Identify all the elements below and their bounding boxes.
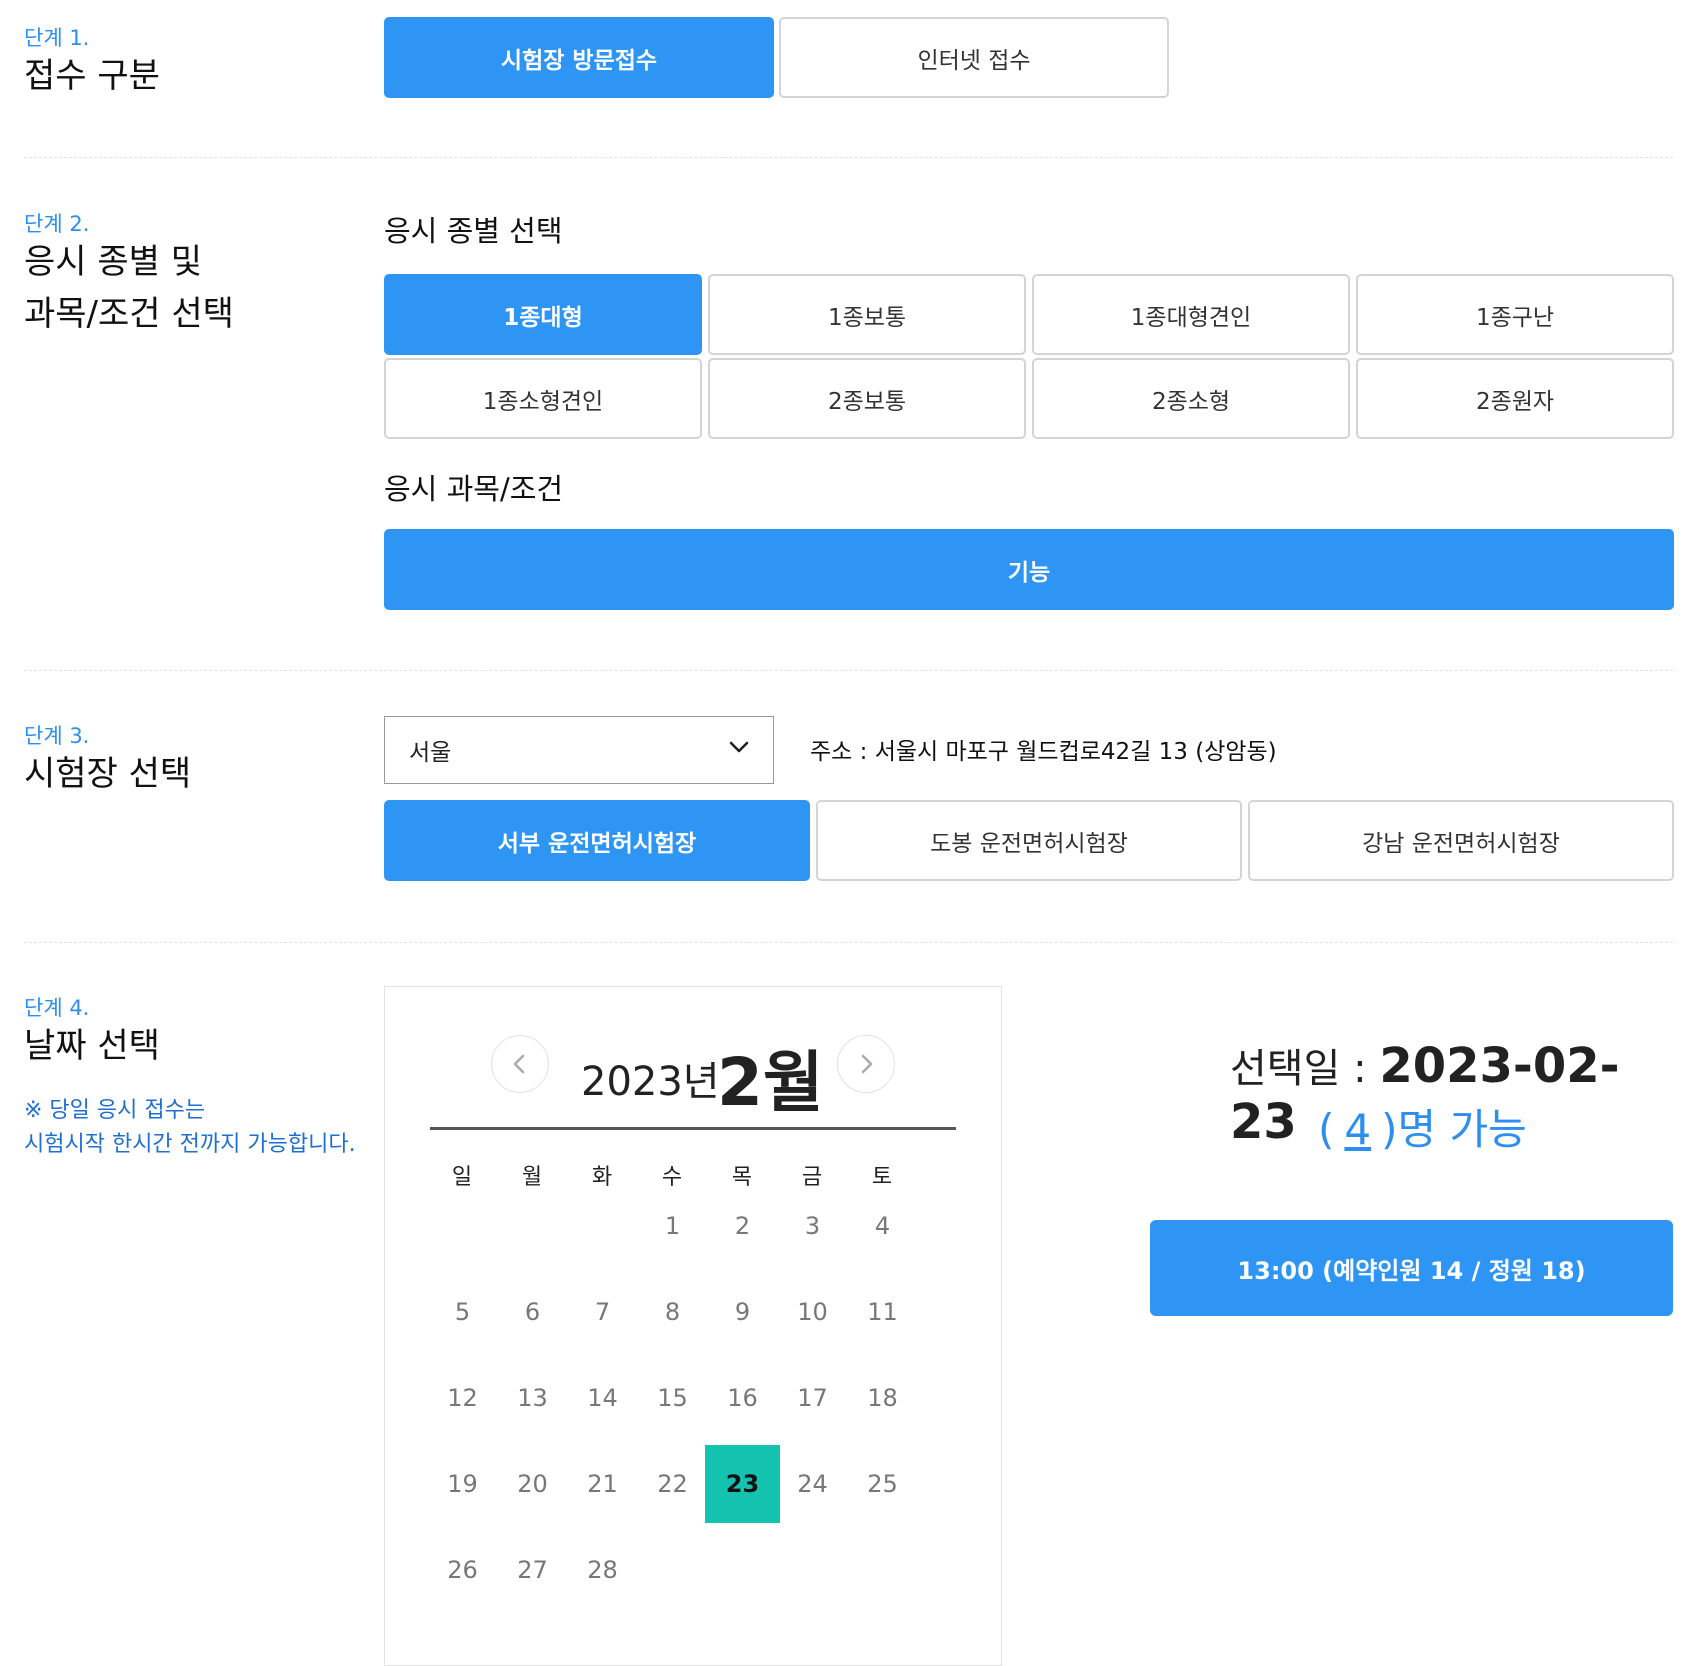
availability-open: (: [1318, 1105, 1335, 1154]
calendar-day[interactable]: 12: [425, 1359, 500, 1437]
calendar-day[interactable]: 17: [775, 1359, 850, 1437]
calendar-day[interactable]: 16: [705, 1359, 780, 1437]
type-heading: 응시 종별 선택: [384, 214, 563, 248]
step2-label: 단계 2.: [24, 212, 90, 236]
calendar: 2023년 2월 일월화수목금토 1 2 3 4 5 6 7 8 9 10 11 12 13 14 15 16…: [384, 986, 1002, 1666]
divider: [24, 670, 1673, 671]
calendar-day[interactable]: 11: [845, 1273, 920, 1351]
calendar-day[interactable]: 8: [635, 1273, 710, 1351]
type-1-small-tow-button[interactable]: 1종소형견인: [384, 358, 702, 439]
calendar-day[interactable]: 6: [495, 1273, 570, 1351]
calendar-day[interactable]: 22: [635, 1445, 710, 1523]
calendar-year: 2023년: [581, 1059, 720, 1105]
type-2-normal-button[interactable]: 2종보통: [708, 358, 1026, 439]
divider: [24, 942, 1673, 943]
calendar-day[interactable]: 3: [775, 1187, 850, 1265]
calendar-day[interactable]: 28: [565, 1531, 640, 1609]
same-day-note-line2: 시험시작 한시간 전까지 가능합니다.: [24, 1132, 356, 1157]
type-1-normal-button[interactable]: 1종보통: [708, 274, 1026, 355]
calendar-day[interactable]: 7: [565, 1273, 640, 1351]
calendar-day[interactable]: 10: [775, 1273, 850, 1351]
calendar-day[interactable]: 13: [495, 1359, 570, 1437]
center-gangnam-button[interactable]: 강남 운전면허시험장: [1248, 800, 1674, 881]
step4-title: 날짜 선택: [24, 1026, 160, 1066]
calendar-day[interactable]: 18: [845, 1359, 920, 1437]
calendar-day[interactable]: 4: [845, 1187, 920, 1265]
calendar-day[interactable]: 27: [495, 1531, 570, 1609]
calendar-day[interactable]: 25: [845, 1445, 920, 1523]
availability-count: 4: [1344, 1105, 1372, 1154]
internet-registration-button[interactable]: 인터넷 접수: [779, 17, 1169, 98]
weekday-label: 화: [591, 1165, 613, 1190]
type-2-small-button[interactable]: 2종소형: [1032, 358, 1350, 439]
center-address: 주소 : 서울시 마포구 월드컵로42길 13 (상암동): [810, 739, 1277, 765]
calendar-day[interactable]: 15: [635, 1359, 710, 1437]
type-1-rescue-button[interactable]: 1종구난: [1356, 274, 1674, 355]
weekday-label: 일: [451, 1165, 473, 1190]
calendar-month: 2월: [717, 1044, 824, 1121]
availability-suffix: )명 가능: [1381, 1105, 1527, 1154]
exam-registration-page: 단계 1. 접수 구분 시험장 방문접수 인터넷 접수 단계 2. 응시 종별 …: [0, 0, 1683, 1666]
step2-title-line1: 응시 종별 및: [24, 242, 203, 282]
calendar-divider: [430, 1127, 956, 1130]
calendar-day[interactable]: 19: [425, 1445, 500, 1523]
calendar-day[interactable]: 14: [565, 1359, 640, 1437]
skill-test-button[interactable]: 기능: [384, 529, 1674, 610]
availability: (4)명 가능: [1318, 1096, 1527, 1157]
calendar-day[interactable]: 2: [705, 1187, 780, 1265]
calendar-day[interactable]: 9: [705, 1273, 780, 1351]
type-1-large-tow-button[interactable]: 1종대형견인: [1032, 274, 1350, 355]
step4-label: 단계 4.: [24, 996, 90, 1020]
type-2-moped-button[interactable]: 2종원자: [1356, 358, 1674, 439]
type-1-large-button[interactable]: 1종대형: [384, 274, 702, 355]
chevron-left-icon: [513, 1054, 525, 1074]
same-day-note-line1: ※ 당일 응시 접수는: [24, 1098, 206, 1123]
step3-label: 단계 3.: [24, 724, 90, 748]
step1-title: 접수 구분: [24, 56, 160, 96]
step1-label: 단계 1.: [24, 26, 90, 50]
calendar-day[interactable]: 5: [425, 1273, 500, 1351]
next-month-button[interactable]: [837, 1035, 895, 1093]
divider: [24, 157, 1673, 158]
chevron-right-icon: [861, 1054, 873, 1074]
step3-title: 시험장 선택: [24, 754, 192, 794]
calendar-day[interactable]: 21: [565, 1445, 640, 1523]
weekday-label: 월: [521, 1165, 543, 1190]
calendar-day[interactable]: 26: [425, 1531, 500, 1609]
center-dobong-button[interactable]: 도봉 운전면허시험장: [816, 800, 1242, 881]
prev-month-button[interactable]: [491, 1035, 549, 1093]
region-select[interactable]: 서울: [384, 716, 774, 784]
subject-heading: 응시 과목/조건: [384, 472, 564, 506]
center-seobu-button[interactable]: 서부 운전면허시험장: [384, 800, 810, 881]
calendar-day[interactable]: 20: [495, 1445, 570, 1523]
visit-registration-button[interactable]: 시험장 방문접수: [384, 17, 774, 98]
time-slot-button[interactable]: 13:00 (예약인원 14 / 정원 18): [1150, 1220, 1673, 1316]
calendar-day[interactable]: 1: [635, 1187, 710, 1265]
selected-date-label: 선택일 :: [1230, 1046, 1380, 1092]
calendar-day[interactable]: 24: [775, 1445, 850, 1523]
step2-title-line2: 과목/조건 선택: [24, 294, 234, 334]
calendar-day-selected[interactable]: 23: [705, 1445, 780, 1523]
chevron-down-icon: [729, 741, 749, 753]
region-select-value: 서울: [409, 740, 452, 766]
